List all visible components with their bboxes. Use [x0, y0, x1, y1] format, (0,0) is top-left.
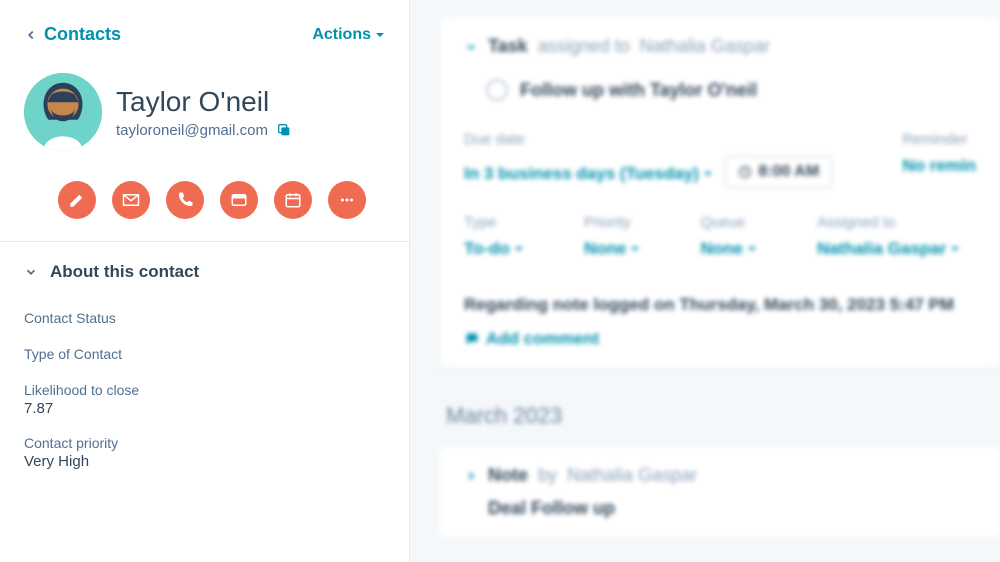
- note-card[interactable]: Note by Nathalia Gaspar Deal Follow up: [440, 447, 1000, 537]
- sidebar-header: Contacts Actions: [0, 0, 409, 53]
- clock-icon: [738, 165, 752, 179]
- chevron-left-icon: [24, 28, 38, 42]
- phone-icon: [176, 191, 194, 209]
- field-value: 7.87: [24, 400, 385, 417]
- window-icon: [230, 191, 248, 209]
- caret-down-icon: [375, 30, 385, 40]
- back-to-contacts-button[interactable]: Contacts: [24, 24, 121, 45]
- reminder-dropdown[interactable]: No remin: [902, 156, 976, 176]
- field-contact-priority[interactable]: Contact priority Very High: [24, 435, 385, 470]
- task-card[interactable]: Task assigned to Nathalia Gaspar Follow …: [440, 18, 1000, 367]
- task-due-row: Due date In 3 business days (Tuesday) 8:…: [464, 123, 976, 206]
- chevron-right-icon: [464, 469, 478, 483]
- about-header-label: About this contact: [50, 262, 199, 282]
- actions-label: Actions: [312, 26, 371, 44]
- note-title: Deal Follow up: [464, 498, 976, 519]
- field-label: Type of Contact: [24, 346, 385, 362]
- due-time-input[interactable]: 8:00 AM: [725, 156, 832, 188]
- chevron-down-icon: [464, 40, 478, 54]
- action-buttons-row: [0, 169, 409, 241]
- assigned-name: Nathalia Gaspar: [640, 36, 770, 57]
- task-meta-row: Type To-do Priority None Queue None Assi…: [464, 206, 976, 277]
- field-likelihood-to-close[interactable]: Likelihood to close 7.87: [24, 382, 385, 417]
- field-value: Very High: [24, 453, 385, 470]
- priority-dropdown[interactable]: None: [584, 239, 641, 259]
- envelope-icon: [122, 191, 140, 209]
- add-comment-button[interactable]: Add comment: [464, 329, 976, 349]
- activity-panel: Task assigned to Nathalia Gaspar Follow …: [410, 0, 1000, 562]
- back-label: Contacts: [44, 24, 121, 45]
- caret-down-icon: [703, 169, 713, 179]
- task-title: Follow up with Taylor O'neil: [520, 80, 757, 101]
- reminder-label: Reminder: [902, 131, 976, 148]
- note-author: Nathalia Gaspar: [567, 465, 697, 486]
- copy-icon[interactable]: [276, 122, 292, 138]
- task-title-row: Follow up with Taylor O'neil: [464, 73, 976, 123]
- due-date-label: Due date: [464, 131, 842, 148]
- field-type-of-contact[interactable]: Type of Contact: [24, 346, 385, 364]
- task-note-logged: Regarding note logged on Thursday, March…: [464, 277, 976, 329]
- contact-email[interactable]: tayloroneil@gmail.com: [116, 122, 268, 139]
- email-button[interactable]: [112, 181, 150, 219]
- call-button[interactable]: [166, 181, 204, 219]
- assigned-to-label: Assigned to: [817, 214, 960, 231]
- type-dropdown[interactable]: To-do: [464, 239, 524, 259]
- queue-dropdown[interactable]: None: [700, 239, 757, 259]
- field-contact-status[interactable]: Contact Status: [24, 310, 385, 328]
- note-label: Note: [488, 465, 528, 486]
- caret-down-icon: [950, 244, 960, 254]
- contact-header: Taylor O'neil tayloroneil@gmail.com: [0, 53, 409, 169]
- more-button[interactable]: [328, 181, 366, 219]
- note-card-header[interactable]: Note by Nathalia Gaspar: [464, 465, 976, 486]
- log-button[interactable]: [220, 181, 258, 219]
- task-checkbox[interactable]: [486, 79, 508, 101]
- pencil-icon: [68, 191, 86, 209]
- contact-info: Taylor O'neil tayloroneil@gmail.com: [116, 86, 292, 139]
- type-label: Type: [464, 214, 524, 231]
- contact-sidebar: Contacts Actions Taylor O'neil taylorone…: [0, 0, 410, 562]
- task-card-header[interactable]: Task assigned to Nathalia Gaspar: [464, 36, 976, 57]
- task-label: Task: [488, 36, 528, 57]
- month-header: March 2023: [440, 395, 1000, 447]
- about-section-header[interactable]: About this contact: [0, 241, 409, 302]
- caret-down-icon: [747, 244, 757, 254]
- caret-down-icon: [630, 244, 640, 254]
- caret-down-icon: [514, 244, 524, 254]
- comment-icon: [464, 331, 480, 347]
- priority-label: Priority: [584, 214, 641, 231]
- calendar-icon: [284, 191, 302, 209]
- avatar[interactable]: [24, 73, 102, 151]
- field-label: Likelihood to close: [24, 382, 385, 398]
- about-fields: Contact Status Type of Contact Likelihoo…: [0, 302, 409, 494]
- note-by-prefix: by: [538, 465, 557, 486]
- assigned-prefix: assigned to: [538, 36, 630, 57]
- contact-name: Taylor O'neil: [116, 86, 292, 118]
- chevron-down-icon: [24, 265, 38, 279]
- dots-icon: [338, 191, 356, 209]
- due-date-dropdown[interactable]: In 3 business days (Tuesday): [464, 164, 713, 184]
- assigned-to-dropdown[interactable]: Nathalia Gaspar: [817, 239, 960, 259]
- field-label: Contact Status: [24, 310, 385, 326]
- queue-label: Queue: [700, 214, 757, 231]
- task-button[interactable]: [274, 181, 312, 219]
- compose-note-button[interactable]: [58, 181, 96, 219]
- field-label: Contact priority: [24, 435, 385, 451]
- actions-dropdown[interactable]: Actions: [312, 26, 385, 44]
